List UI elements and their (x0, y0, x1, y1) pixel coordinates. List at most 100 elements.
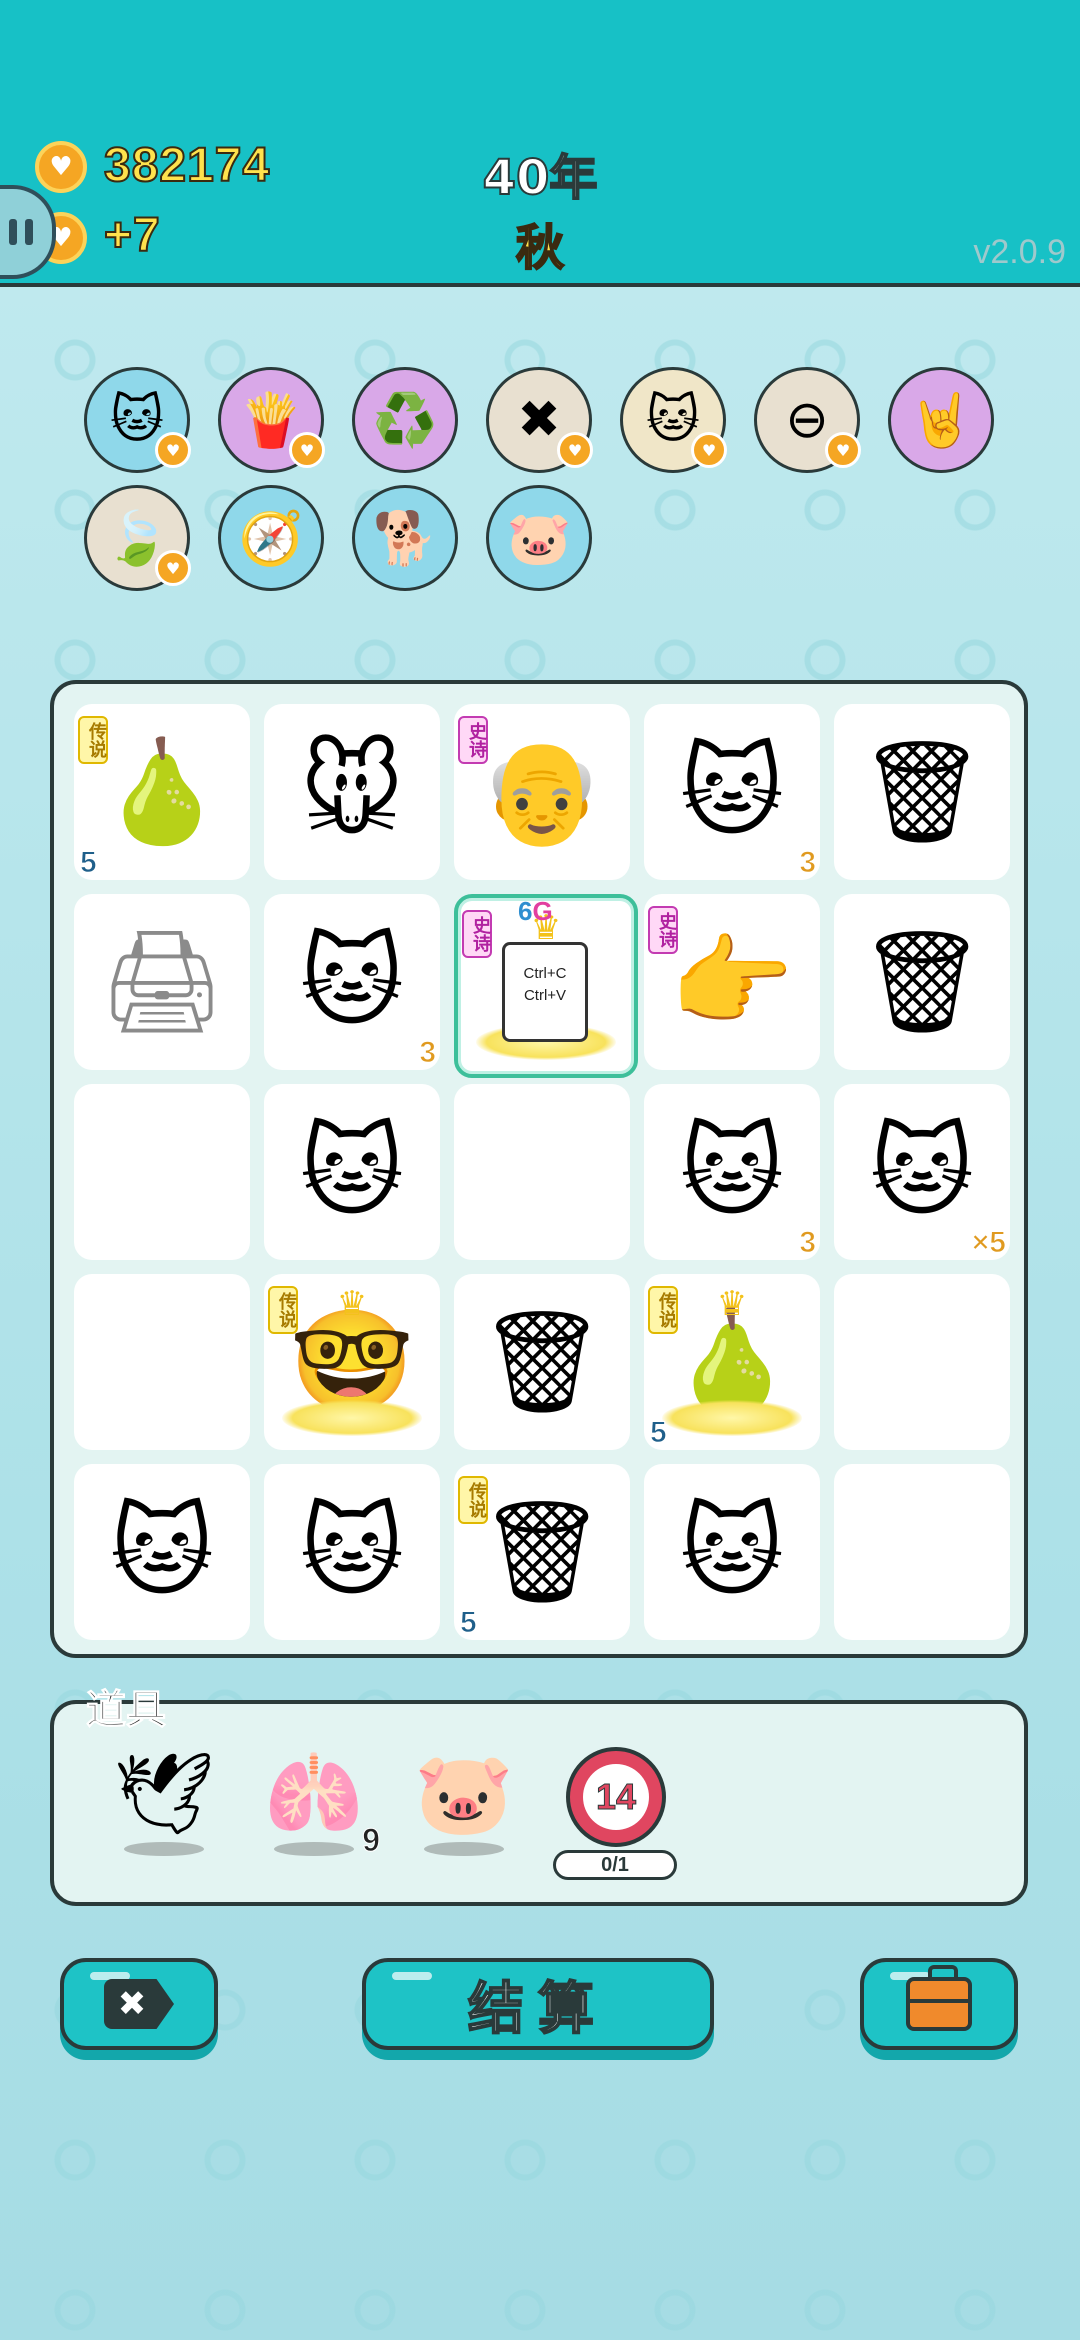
cell-count: 3 (799, 846, 817, 880)
item-shadow (124, 1842, 204, 1856)
rarity-tag: 传说 (78, 716, 108, 764)
halo-glow (282, 1400, 422, 1436)
board-cell-crowned-pear[interactable]: 🍐 ♛ 传说 5 (644, 1274, 820, 1450)
coin-total: 382174 (103, 138, 271, 193)
piggy-buff-icon: 🐷 (506, 508, 572, 569)
board-cell-empty[interactable] (834, 1274, 1010, 1450)
cat-icon: 🐱 (299, 923, 405, 1040)
printer-icon: 🖨 (98, 923, 226, 1040)
remove-button[interactable]: ✖ (60, 1958, 218, 2050)
income-per-turn: +7 (103, 208, 161, 263)
remove-tag-icon: ✖ (104, 1979, 174, 2029)
cell-count: ×5 (971, 1226, 1006, 1260)
crown-icon: ♛ (716, 1284, 748, 1324)
cat-icon: 🐱 (679, 733, 785, 850)
top-bar: ♥ 382174 ♥ +7 40年 秋 v2.0.9 (0, 0, 1080, 287)
board-cell-crowned-grandpa[interactable]: 🤓 ♛ 传说 (264, 1274, 440, 1450)
board-cell-legendary-trash-bag[interactable]: 🗑 传说 5 (454, 1464, 630, 1640)
liver-item-icon: 🫁 (264, 1747, 364, 1840)
board-cell-cat[interactable]: 🐱 (264, 1464, 440, 1640)
board-cell-cat[interactable]: 🐱 3 (644, 704, 820, 880)
halo-glow (662, 1400, 802, 1436)
dog-buff-icon: 🐕 (372, 508, 438, 569)
recycle-buff-icon: ♻️ (372, 390, 438, 451)
compass-buff[interactable]: 🧭 (218, 485, 324, 591)
board-cell-empty[interactable] (74, 1274, 250, 1450)
board-cell-cat[interactable]: 🐱 (264, 1084, 440, 1260)
board-cell-pear[interactable]: 🍐 传说 5 (74, 704, 250, 880)
pear-icon: 🍐 (99, 733, 225, 850)
bird-item[interactable]: 🕊 (104, 1740, 224, 1890)
cell-count: 3 (799, 1226, 817, 1260)
board-cell-empty[interactable] (834, 1464, 1010, 1640)
crowned-pear-icon: 🍐 (669, 1303, 795, 1420)
rarity-tag: 史诗 (462, 910, 492, 958)
trash-bag-icon: 🗑 (858, 923, 986, 1040)
board-cell-empty[interactable] (74, 1084, 250, 1260)
heart-badge-icon: ♥ (289, 432, 325, 468)
board-cell-cat[interactable]: 🐱 (74, 1464, 250, 1640)
cell-count: 5 (460, 1606, 478, 1640)
heart-badge-icon: ♥ (155, 550, 191, 586)
board-cell-bearded-man[interactable]: 👴 史诗 (454, 704, 630, 880)
board-cell-cat[interactable]: 🐱 3 (264, 894, 440, 1070)
twin-cats-buff[interactable]: 🐱 ♥ (620, 367, 727, 473)
ctrl-cv-paper: Ctrl+C Ctrl+V (502, 942, 588, 1042)
timer-badge[interactable]: 14 (566, 1747, 666, 1847)
heart-badge-icon: ♥ (155, 432, 191, 468)
piggy-bank-item-icon: 🐷 (414, 1747, 514, 1840)
board-cell-cat[interactable]: 🐱 ×5 (834, 1084, 1010, 1260)
recycle-buff[interactable]: ♻️ (352, 367, 458, 473)
trash-bag-icon: 🗑 (858, 733, 986, 850)
remove-tag-buff[interactable]: ✖ ♥ (486, 367, 593, 473)
coin-icon: ♥ (35, 141, 87, 193)
fries-buff[interactable]: 🍟 ♥ (218, 367, 325, 473)
piggy-bank-item[interactable]: 🐷 (404, 1740, 524, 1890)
rock-hand-buff[interactable]: 🤘 (888, 367, 994, 473)
cell-count: 5 (80, 846, 98, 880)
version-label: v2.0.9 (973, 233, 1066, 271)
timer-progress: 0/1 (553, 1850, 677, 1880)
settle-label: 结算 (467, 1976, 608, 2043)
mouse-icon: 🐭 (299, 733, 405, 850)
board-cell-trash-bag[interactable]: 🗑 (834, 894, 1010, 1070)
cell-count: 3 (419, 1036, 437, 1070)
heart-badge-icon: ♥ (825, 432, 861, 468)
bearded-man-icon: 👴 (479, 733, 605, 850)
leaf-buff[interactable]: 🍃 ♥ (84, 485, 191, 591)
minus-buff[interactable]: ⊖ ♥ (754, 367, 861, 473)
board-cell-pointing-hand[interactable]: 👉 史诗 (644, 894, 820, 1070)
items-title: 道具 (86, 1687, 167, 1734)
legendary-trash-bag-icon: 🗑 (478, 1493, 606, 1610)
board-cell-cat[interactable]: 🐱 (644, 1464, 820, 1640)
dog-buff[interactable]: 🐕 (352, 485, 458, 591)
inventory-button[interactable] (860, 1958, 1018, 2050)
liver-item[interactable]: 🫁 9 (254, 1740, 380, 1890)
timer-value: 14 (583, 1764, 649, 1830)
settle-button[interactable]: 结算 (362, 1958, 714, 2050)
cat-icon: 🐱 (299, 1113, 405, 1230)
board-cell-mouse[interactable]: 🐭 (264, 704, 440, 880)
rank-6g-label: 6G (518, 896, 553, 926)
crowned-grandpa-icon: 🤓 (289, 1303, 415, 1420)
board-cell-empty[interactable] (454, 1084, 630, 1260)
piggy-buff[interactable]: 🐷 (486, 485, 592, 591)
board-cell-cat[interactable]: 🐱 3 (644, 1084, 820, 1260)
item-shadow (424, 1842, 504, 1856)
bird-item-icon: 🕊 (113, 1747, 215, 1840)
heart-badge-icon: ♥ (691, 432, 727, 468)
rarity-tag: 传说 (458, 1476, 488, 1524)
item-count: 9 (362, 1822, 381, 1859)
pointing-hand-icon: 👉 (669, 923, 795, 1040)
rarity-tag: 史诗 (648, 906, 678, 954)
remove-tag-buff-icon: ✖ (517, 390, 561, 450)
board-cell-ctrl-cv-card[interactable]: Ctrl+C Ctrl+V ♛ 6G 史诗 (454, 894, 638, 1078)
board-cell-trash-bag[interactable]: 🗑 (834, 704, 1010, 880)
cat-face-buff[interactable]: 🐱 ♥ (84, 367, 191, 473)
rarity-tag: 传说 (268, 1286, 298, 1334)
briefcase-icon (906, 1965, 972, 2031)
board-cell-trash-bag[interactable]: 🗑 (454, 1274, 630, 1450)
cat-icon: 🐱 (869, 1113, 975, 1230)
board-cell-printer[interactable]: 🖨 (74, 894, 250, 1070)
compass-buff-icon: 🧭 (238, 508, 304, 569)
